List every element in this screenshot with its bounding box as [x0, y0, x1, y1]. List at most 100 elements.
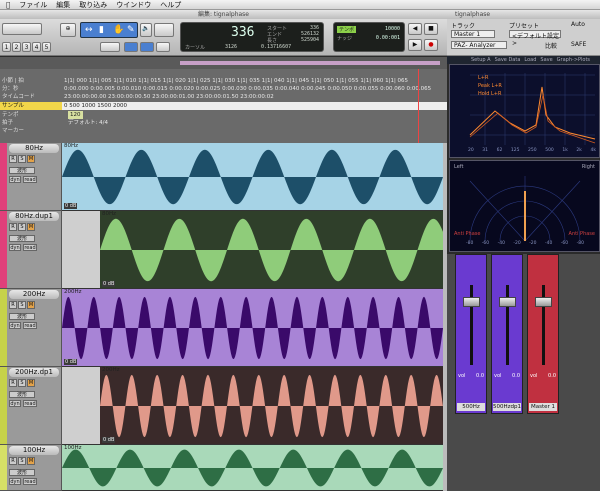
volume-value[interactable]: 0.0 — [512, 373, 520, 379]
tempo-value[interactable]: 10000 — [385, 26, 400, 32]
record-enable-button[interactable]: R — [9, 301, 17, 309]
strip-name[interactable]: Master 1 — [529, 403, 557, 411]
mute-button[interactable]: M — [27, 301, 35, 309]
stop-icon[interactable]: ■ — [424, 23, 438, 35]
timecode-ruler[interactable]: タイムコード 23:00:00:00.00 23:00:00:00.50 23:0… — [0, 93, 447, 101]
dyn-button[interactable]: dyn — [9, 244, 21, 251]
record-enable-button[interactable]: R — [9, 155, 17, 163]
record-enable-button[interactable]: R — [9, 379, 17, 387]
bars-beats-ruler[interactable]: 小節 | 拍 1|1| 000 1|1| 005 1|1| 010 1|1| 01… — [0, 77, 447, 85]
menu-help[interactable]: ヘルプ — [160, 0, 181, 10]
selector-tool-icon[interactable]: ▮ — [99, 25, 104, 35]
solo-button[interactable]: S — [18, 379, 26, 387]
compare-button[interactable]: 比較 — [545, 41, 557, 50]
track-name[interactable]: 80Hz.dup1 — [9, 212, 59, 221]
plugin-bar-item-save[interactable]: Save — [540, 57, 552, 63]
apple-icon[interactable]:  — [6, 1, 10, 9]
nudge-value[interactable]: 0.00:001 — [376, 35, 400, 41]
solo-button[interactable]: S — [18, 223, 26, 231]
safe-button[interactable]: SAFE — [571, 41, 586, 48]
view-selector[interactable]: 波形 — [9, 167, 35, 174]
mute-button[interactable]: M — [27, 457, 35, 465]
length-value[interactable]: 525904 — [301, 37, 319, 43]
rewind-icon[interactable]: ◀ — [408, 23, 422, 35]
view-selector[interactable]: 波形 — [9, 391, 35, 398]
solo-button[interactable]: S — [18, 301, 26, 309]
meter-ruler[interactable]: 拍子 デフォルト: 4/4 — [0, 119, 447, 127]
speaker-icon[interactable]: 🔈 — [140, 23, 152, 37]
number-button-2[interactable]: 2 — [12, 42, 21, 52]
plugin-bar-item-setup[interactable]: Setup A — [471, 57, 491, 63]
mute-button[interactable]: M — [27, 223, 35, 231]
track-name[interactable]: 100Hz — [9, 446, 59, 455]
menu-edit[interactable]: 編集 — [56, 0, 70, 10]
dyn-button[interactable]: dyn — [9, 478, 21, 485]
view-selector[interactable]: 波形 — [9, 313, 35, 320]
menu-import[interactable]: 取り込み — [79, 0, 107, 10]
universe-overview[interactable] — [0, 57, 447, 69]
mirror-button[interactable] — [156, 42, 170, 52]
main-counter-value[interactable]: 336 — [231, 25, 254, 40]
tab-button[interactable] — [140, 42, 154, 52]
view-selector[interactable]: 波形 — [9, 469, 35, 476]
solo-button[interactable]: S — [18, 155, 26, 163]
plugin-bar-item-graph[interactable]: Graph->Plots — [557, 57, 590, 63]
audio-clip[interactable]: 200Hz 0 dB — [100, 367, 443, 445]
automation-mode[interactable]: read — [23, 176, 37, 183]
grabber-tool-icon[interactable]: ✋ — [113, 25, 124, 35]
trim-tool-icon[interactable]: ↔ — [85, 25, 93, 35]
menu-file[interactable]: ファイル — [19, 0, 47, 10]
zoom-icon[interactable]: ⊕ — [60, 23, 76, 37]
audio-clip[interactable]: 100Hz — [62, 445, 443, 491]
mute-button[interactable]: M — [27, 379, 35, 387]
volume-fader[interactable] — [499, 297, 516, 307]
record-icon[interactable]: ● — [424, 39, 438, 51]
record-enable-button[interactable]: R — [9, 457, 17, 465]
number-button-5[interactable]: 5 — [42, 42, 51, 52]
dyn-button[interactable]: dyn — [9, 322, 21, 329]
min-sec-ruler[interactable]: 分：秒 0:00.000 0:00.005 0:00.010 0:00.015 0… — [0, 85, 447, 93]
pencil-tool-icon[interactable]: ✎ — [127, 25, 135, 35]
track-name[interactable]: 200Hz.dp1 — [9, 368, 59, 377]
audio-clip[interactable]: 80Hz 0 dB — [62, 143, 443, 211]
grid-button[interactable] — [100, 42, 120, 52]
marker-ruler[interactable]: マーカー — [0, 127, 447, 135]
link-button[interactable] — [124, 42, 138, 52]
audio-clip[interactable]: 80Hz 0 dB — [100, 211, 443, 289]
record-enable-button[interactable]: R — [9, 223, 17, 231]
strip-name[interactable]: 500Hz — [457, 403, 485, 411]
keyfocus-button[interactable] — [154, 23, 174, 37]
mute-button[interactable]: M — [27, 155, 35, 163]
number-button-3[interactable]: 3 — [22, 42, 31, 52]
samples-ruler[interactable]: 0 500 1000 1500 2000 — [62, 102, 447, 110]
track-name[interactable]: 80Hz — [9, 144, 59, 153]
volume-value[interactable]: 0.0 — [548, 373, 556, 379]
automation-mode[interactable]: read — [23, 478, 37, 485]
preset-selector[interactable]: <デフォルト設定> — [509, 30, 561, 47]
view-selector[interactable]: 波形 — [9, 235, 35, 242]
plugin-bar-item-load[interactable]: Load — [524, 57, 536, 63]
automation-mode[interactable]: read — [23, 322, 37, 329]
audio-clip[interactable]: 200Hz 0 dB — [62, 289, 443, 367]
menu-window[interactable]: ウインドウ — [116, 0, 151, 10]
solo-button[interactable]: S — [18, 457, 26, 465]
play-icon[interactable]: ▶ — [408, 39, 422, 51]
number-button-1[interactable]: 1 — [2, 42, 11, 52]
volume-fader[interactable] — [463, 297, 480, 307]
automation-mode[interactable]: read — [23, 400, 37, 407]
track-selector[interactable]: Master 1 — [451, 30, 495, 38]
volume-value[interactable]: 0.0 — [476, 373, 484, 379]
volume-fader[interactable] — [535, 297, 552, 307]
track-name[interactable]: 200Hz — [9, 290, 59, 299]
strip-name[interactable]: 500Hzdp1 — [493, 403, 521, 411]
samples-label-cell[interactable]: サンプル — [0, 102, 62, 110]
edit-tools-group[interactable]: ↔ ▮ ✋ ✎ — [80, 22, 138, 38]
plugin-selector[interactable]: PAZ- Analyzer — [451, 41, 507, 49]
automation-mode[interactable]: read — [23, 244, 37, 251]
plugin-bar-item-save-data[interactable]: Save Data — [495, 57, 521, 63]
dyn-button[interactable]: dyn — [9, 176, 21, 183]
mode-button[interactable] — [2, 23, 42, 35]
tempo-ruler[interactable]: テンポ 120 — [0, 111, 447, 119]
dyn-button[interactable]: dyn — [9, 400, 21, 407]
number-button-4[interactable]: 4 — [32, 42, 41, 52]
